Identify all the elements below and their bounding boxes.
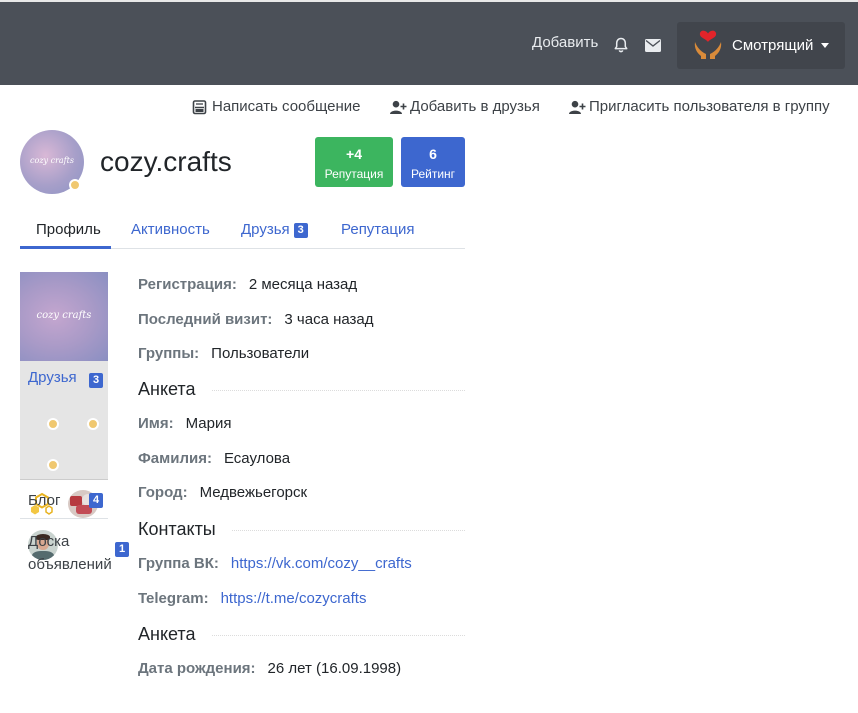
tab-reputation[interactable]: Репутация: [341, 221, 414, 238]
friend-online-dot: [47, 459, 59, 471]
add-friend-label: Добавить в друзья: [410, 98, 540, 115]
registration-value: 2 месяца назад: [248, 276, 358, 293]
blog-label: Блог: [28, 492, 61, 509]
vk-key: Группа ВК:: [138, 555, 219, 572]
message-icon: [192, 100, 207, 115]
first-name-value: Мария: [185, 415, 232, 432]
city-key: Город:: [138, 484, 188, 501]
section-title: Анкета: [138, 379, 212, 400]
info-telegram: Telegram: https://t.me/cozycrafts: [138, 590, 366, 607]
profile-cover-image[interactable]: cozy crafts: [20, 272, 108, 361]
write-message-label: Написать сообщение: [212, 98, 361, 115]
birthday-key: Дата рождения:: [138, 660, 256, 677]
last-visit-value: 3 часа назад: [284, 311, 374, 328]
user-menu-dropdown[interactable]: Смотрящий: [677, 22, 845, 69]
groups-value: Пользователи: [211, 345, 310, 362]
cover-logo-text: cozy crafts: [36, 310, 92, 321]
board-label-line2: объявлений: [28, 556, 112, 573]
info-birthday: Дата рождения: 26 лет (16.09.1998): [138, 660, 401, 677]
add-friend-link[interactable]: Добавить в друзья: [390, 98, 540, 115]
top-navbar: Добавить Смотрящий: [0, 0, 858, 85]
last-name-value: Есаулова: [223, 450, 291, 467]
rating-badge[interactable]: 6 Рейтинг: [401, 137, 465, 187]
user-avatar-heart-hands-icon: [694, 30, 722, 59]
tab-profile[interactable]: Профиль: [36, 221, 101, 238]
groups-key: Группы:: [138, 345, 200, 362]
envelope-icon[interactable]: [645, 39, 661, 52]
profile-name: cozy.crafts: [100, 146, 232, 177]
reputation-badge[interactable]: +4 Репутация: [315, 137, 393, 187]
friend-online-dot: [47, 418, 59, 430]
board-count-badge: 1: [115, 542, 130, 557]
info-last-visit: Последний визит: 3 часа назад: [138, 311, 374, 328]
friends-link[interactable]: Друзья: [28, 369, 77, 386]
reputation-label: Репутация: [324, 167, 384, 181]
info-last-name: Фамилия: Есаулова: [138, 450, 290, 467]
board-label-line1: Доска: [28, 533, 70, 550]
birthday-value: 26 лет (16.09.1998): [267, 660, 402, 677]
online-status-dot: [69, 179, 81, 191]
section-contacts: Контакты: [138, 519, 465, 541]
info-city: Город: Медвежьегорск: [138, 484, 307, 501]
user-plus-icon: [390, 100, 407, 114]
telegram-key: Telegram:: [138, 590, 209, 607]
write-message-link[interactable]: Написать сообщение: [192, 98, 361, 115]
sidebar-item-blog[interactable]: Блог 4: [20, 480, 108, 519]
info-registration: Регистрация: 2 месяца назад: [138, 276, 357, 293]
section-title: Анкета: [138, 624, 212, 645]
section-anketa: Анкета: [138, 379, 465, 401]
friends-count-badge: 3: [293, 223, 308, 238]
invite-to-group-link[interactable]: Пригласить пользователя в группу: [569, 98, 830, 115]
invite-to-group-label: Пригласить пользователя в группу: [589, 98, 830, 115]
rating-label: Рейтинг: [410, 167, 456, 181]
rating-value: 6: [429, 146, 437, 162]
last-visit-key: Последний визит:: [138, 311, 273, 328]
tab-friends[interactable]: Друзья 3: [241, 221, 308, 238]
active-tab-indicator: [20, 246, 111, 249]
friend-online-dot: [87, 418, 99, 430]
reputation-value: +4: [346, 146, 362, 162]
user-plus-icon: [569, 100, 586, 114]
avatar-logo-text: cozy crafts: [30, 156, 74, 165]
tab-friends-label: Друзья: [241, 221, 290, 238]
registration-key: Регистрация:: [138, 276, 237, 293]
tab-activity[interactable]: Активность: [131, 221, 210, 238]
sidebar-item-board[interactable]: Доска объявлений 1: [20, 519, 130, 579]
add-content-link[interactable]: Добавить: [532, 34, 598, 51]
caret-down-icon: [821, 43, 829, 48]
section-title: Контакты: [138, 519, 232, 540]
first-name-key: Имя:: [138, 415, 174, 432]
board-label: Доска объявлений: [28, 530, 112, 576]
bell-icon[interactable]: [612, 36, 630, 54]
friends-count-badge: 3: [89, 373, 104, 388]
vk-link[interactable]: https://vk.com/cozy__crafts: [231, 555, 412, 572]
section-anketa-2: Анкета: [138, 624, 465, 646]
info-first-name: Имя: Мария: [138, 415, 231, 432]
city-value: Медвежьегорск: [199, 484, 308, 501]
user-name: Смотрящий: [732, 37, 814, 54]
profile-tabs: Профиль Активность Друзья 3 Репутация: [20, 218, 465, 249]
telegram-link[interactable]: https://t.me/cozycrafts: [221, 590, 367, 607]
info-groups: Группы: Пользователи: [138, 345, 309, 362]
blog-count-badge: 4: [89, 493, 104, 508]
last-name-key: Фамилия:: [138, 450, 212, 467]
info-vk: Группа ВК: https://vk.com/cozy__crafts: [138, 555, 412, 572]
profile-actions: Написать сообщение Добавить в друзья При…: [0, 98, 858, 118]
